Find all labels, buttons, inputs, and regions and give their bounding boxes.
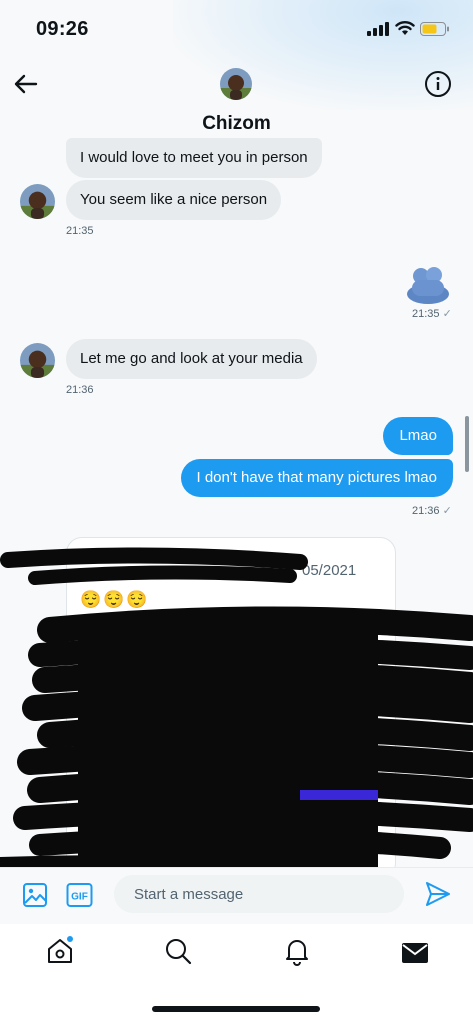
home-indicator	[152, 1006, 320, 1012]
message-timestamp: 21:35	[66, 225, 94, 237]
message-timestamp: 21:35 ✓	[412, 308, 452, 320]
hug-sticker-image[interactable]	[406, 262, 450, 304]
tab-notifications-icon[interactable]	[282, 936, 312, 966]
info-icon[interactable]	[424, 70, 452, 98]
message-timestamp: 21:36	[66, 384, 94, 396]
back-arrow-icon[interactable]	[12, 72, 38, 96]
gif-icon[interactable]: GIF	[66, 882, 93, 908]
wifi-icon	[395, 21, 415, 35]
incoming-message[interactable]: Let me go and look at your media	[66, 339, 317, 379]
read-check-icon: ✓	[442, 308, 452, 320]
read-check-icon: ✓	[442, 505, 452, 517]
incoming-message[interactable]: You seem like a nice person	[66, 180, 282, 220]
sender-avatar[interactable]	[20, 184, 55, 219]
send-icon[interactable]	[424, 880, 452, 908]
message-input[interactable]	[114, 875, 404, 913]
cellular-signal-icon	[367, 22, 389, 36]
status-time: 09:26	[36, 18, 89, 40]
battery-icon	[420, 22, 449, 36]
outgoing-message[interactable]: Lmao	[383, 417, 453, 455]
tab-messages-icon[interactable]	[400, 938, 430, 968]
tab-home-icon[interactable]	[45, 936, 75, 966]
redaction-scribble	[0, 547, 473, 886]
scrollbar-thumb[interactable]	[465, 416, 469, 472]
tab-search-icon[interactable]	[163, 936, 193, 966]
contact-avatar[interactable]	[220, 68, 252, 100]
image-icon[interactable]	[22, 882, 48, 908]
contact-name[interactable]: Chizom	[0, 113, 473, 135]
incoming-message[interactable]: I would love to meet you in person	[66, 138, 322, 178]
svg-text:GIF: GIF	[71, 892, 88, 903]
message-timestamp: 21:36 ✓	[412, 505, 452, 517]
sender-avatar[interactable]	[20, 343, 55, 378]
outgoing-message[interactable]: I don't have that many pictures lmao	[180, 459, 453, 497]
